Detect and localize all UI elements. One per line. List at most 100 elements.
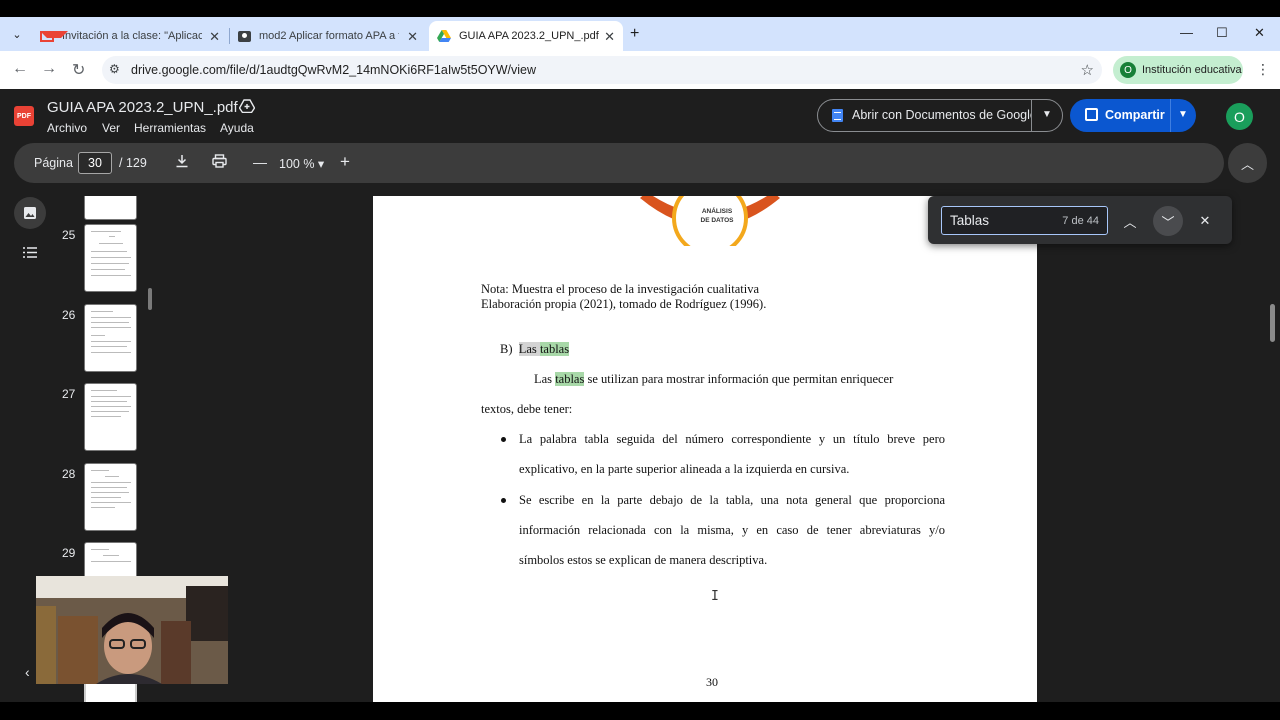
paragraph-line: Las tablas se utilizan para mostrar info… <box>534 372 893 387</box>
thumbnail-page-number: 28 <box>62 467 76 481</box>
browser-tab-strip: ⌄ Invitación a la clase: "Aplicación ✕ m… <box>0 17 1280 51</box>
find-match-count: 7 de 44 <box>1062 215 1099 227</box>
pdf-page: ANÁLISIS DE DATOS Nota: Muestra el proce… <box>373 196 1037 702</box>
zoom-in-icon[interactable]: + <box>340 152 350 172</box>
tab-gmail-invitation[interactable]: Invitación a la clase: "Aplicación ✕ <box>32 21 228 51</box>
page-thumbnail[interactable] <box>84 463 137 531</box>
tab-title: Invitación a la clase: "Aplicación <box>62 30 202 42</box>
share-building-icon <box>1085 108 1098 121</box>
diagram-label-line: ANÁLISIS <box>701 208 733 215</box>
chevron-left-icon[interactable]: ‹ <box>25 664 30 680</box>
find-query: Tablas <box>950 213 990 228</box>
button-divider <box>1170 99 1171 132</box>
note-line: Nota: Muestra el proceso de la investiga… <box>481 282 760 296</box>
browser-toolbar: ← → ↻ ⚙ drive.google.com/file/d/1audtgQw… <box>0 51 1280 89</box>
document-scrollbar[interactable] <box>1270 304 1275 342</box>
find-close-icon[interactable]: ✕ <box>1190 206 1220 236</box>
minimize-icon[interactable]: — <box>1180 25 1193 40</box>
thumbnail-page-number: 29 <box>62 546 76 560</box>
page-number: 30 <box>706 675 718 689</box>
site-settings-icon[interactable]: ⚙ <box>109 62 120 76</box>
tab-title: GUIA APA 2023.2_UPN_.pdf - G <box>459 30 599 42</box>
paragraph-line: textos, debe tener: <box>481 402 573 416</box>
tab-close-icon[interactable]: ✕ <box>209 29 220 45</box>
browser-menu-kebab-icon[interactable]: ⋮ <box>1256 61 1270 78</box>
window-close-icon[interactable]: ✕ <box>1254 25 1265 41</box>
tab-classroom-assignment[interactable]: mod2 Aplicar formato APA a ta ✕ <box>230 21 426 51</box>
pdf-toolbar: Página / 129 — 100 % ▾ + <box>14 143 1224 183</box>
bullet-line: La palabra tabla seguida del número corr… <box>519 432 945 446</box>
page-thumbnail[interactable] <box>84 196 137 220</box>
find-previous-chevron-up-icon[interactable]: ︿ <box>1115 206 1145 236</box>
menu-ver[interactable]: Ver <box>102 121 120 135</box>
menu-ayuda[interactable]: Ayuda <box>220 121 254 135</box>
share-button[interactable]: Compartir ▼ <box>1070 99 1196 132</box>
bullet <box>501 437 506 442</box>
profile-chip[interactable]: O Institución educativa <box>1113 56 1243 84</box>
zoom-out-icon[interactable]: — <box>253 154 267 170</box>
button-divider <box>1031 100 1032 131</box>
open-with-label: Abrir con Documentos de Google <box>852 108 1032 122</box>
find-bar: Tablas 7 de 44 ︿ ﹀ ✕ <box>928 196 1232 244</box>
open-with-docs-button[interactable]: Abrir con Documentos de Google ▼ <box>817 99 1063 132</box>
diagram-label: ANÁLISIS DE DATOS <box>683 207 751 225</box>
para-word: Las <box>534 372 553 386</box>
caret-down-icon[interactable]: ▼ <box>1178 109 1188 120</box>
maximize-icon[interactable]: ☐ <box>1216 25 1228 41</box>
find-input[interactable]: Tablas 7 de 44 <box>941 206 1108 235</box>
tab-close-icon[interactable]: ✕ <box>407 29 418 45</box>
tab-close-icon[interactable]: ✕ <box>604 29 615 45</box>
forward-arrow-icon[interactable]: → <box>41 60 57 78</box>
profile-label: Institución educativa <box>1142 64 1242 76</box>
zoom-level[interactable]: 100 % ▾ <box>279 156 324 171</box>
webcam-video-image <box>36 576 228 684</box>
page-thumbnail[interactable] <box>84 224 137 292</box>
find-next-chevron-down-icon[interactable]: ﹀ <box>1153 206 1183 236</box>
outline-list-icon[interactable] <box>14 236 46 268</box>
thumbnail-page-number: 26 <box>62 308 76 322</box>
new-tab-plus-icon[interactable]: + <box>630 25 639 43</box>
download-icon[interactable] <box>175 154 189 171</box>
print-icon[interactable] <box>212 154 227 171</box>
page-label: Página <box>34 156 73 170</box>
menu-herramientas[interactable]: Herramientas <box>134 121 206 135</box>
search-highlight: tablas <box>555 372 585 386</box>
page-total: / 129 <box>119 156 147 170</box>
webcam-overlay <box>36 576 228 684</box>
page-thumbnail[interactable] <box>84 304 137 372</box>
add-to-drive-icon[interactable] <box>238 99 256 116</box>
drive-icon <box>437 30 451 42</box>
google-docs-icon <box>832 109 843 122</box>
collapse-header-chevron-up-icon[interactable]: ︿ <box>1228 143 1267 183</box>
address-bar[interactable]: ⚙ drive.google.com/file/d/1audtgQwRvM2_1… <box>102 56 1102 84</box>
back-arrow-icon[interactable]: ← <box>12 60 28 78</box>
para-text: se utilizan para mostrar información que… <box>587 372 894 386</box>
bullet-line: Se escribe en la parte debajo de la tabl… <box>519 493 945 507</box>
pdf-file-icon: PDF <box>14 106 34 126</box>
thumbnail-scrollbar[interactable] <box>148 288 152 310</box>
thumbnail-page-number: 25 <box>62 228 76 242</box>
thumbnails-image-icon[interactable] <box>14 197 46 229</box>
thumbnail-page-number: 27 <box>62 387 76 401</box>
tab-drive-pdf[interactable]: GUIA APA 2023.2_UPN_.pdf - G ✕ <box>429 21 623 51</box>
menu-archivo[interactable]: Archivo <box>47 121 87 135</box>
bullet-line: información relacionada con la misma, y … <box>519 523 945 537</box>
text-cursor-icon: I <box>711 589 719 604</box>
section-prefix: B) <box>500 342 513 356</box>
caret-down-icon[interactable]: ▼ <box>1042 109 1052 120</box>
page-number-input[interactable] <box>78 152 112 174</box>
url-text: drive.google.com/file/d/1audtgQwRvM2_14m… <box>131 63 537 77</box>
reload-icon[interactable]: ↻ <box>72 60 85 80</box>
bookmark-star-icon[interactable]: ☆ <box>1081 61 1094 79</box>
section-heading: B) Las tablas <box>500 342 570 357</box>
bullet-line: explicativo, en la parte superior alinea… <box>519 462 850 476</box>
tab-search-chevron-icon[interactable]: ⌄ <box>6 23 28 45</box>
user-avatar[interactable]: O <box>1226 103 1253 130</box>
search-highlight: tablas <box>539 342 570 356</box>
figure-note: Nota: Muestra el proceso de la investiga… <box>481 282 766 312</box>
search-match-current: Las tablas <box>518 342 570 356</box>
section-word: Las <box>518 342 537 356</box>
document-title: GUIA APA 2023.2_UPN_.pdf <box>47 99 238 116</box>
page-thumbnail[interactable] <box>84 383 137 451</box>
bullet-line: símbolos estos se explican de manera des… <box>519 553 768 567</box>
